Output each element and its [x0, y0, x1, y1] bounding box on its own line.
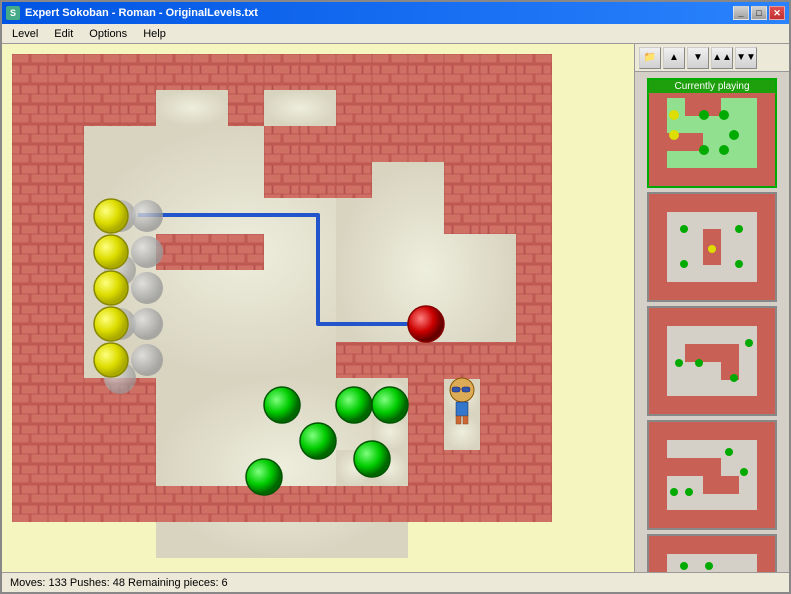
- close-button[interactable]: ✕: [769, 6, 785, 20]
- next-level-button[interactable]: ▼: [687, 47, 709, 69]
- prev-level-button[interactable]: ▲: [663, 47, 685, 69]
- level-item-1[interactable]: Currently playing: [647, 78, 777, 188]
- first-level-button[interactable]: ▲▲: [711, 47, 733, 69]
- level-item-2[interactable]: [647, 192, 777, 302]
- level-preview-5: [649, 536, 775, 572]
- right-toolbar: 📁 ▲ ▼ ▲▲ ▼▼: [635, 44, 789, 72]
- level-item-5[interactable]: [647, 534, 777, 572]
- menu-edit[interactable]: Edit: [46, 26, 81, 42]
- status-text: Moves: 133 Pushes: 48 Remaining pieces: …: [10, 577, 228, 589]
- level-preview-1: [649, 80, 775, 186]
- title-bar: S Expert Sokoban - Roman - OriginalLevel…: [2, 2, 789, 24]
- menu-level[interactable]: Level: [4, 26, 46, 42]
- currently-playing-label: Currently playing: [649, 80, 775, 93]
- minimize-button[interactable]: _: [733, 6, 749, 20]
- main-window: S Expert Sokoban - Roman - OriginalLevel…: [0, 0, 791, 594]
- status-bar: Moves: 133 Pushes: 48 Remaining pieces: …: [2, 572, 789, 592]
- level-list[interactable]: Currently playing: [635, 72, 789, 572]
- content-area: 📁 ▲ ▼ ▲▲ ▼▼ Currently playing: [2, 44, 789, 572]
- level-item-3[interactable]: [647, 306, 777, 416]
- menu-bar: Level Edit Options Help: [2, 24, 789, 44]
- open-button[interactable]: 📁: [639, 47, 661, 69]
- menu-help[interactable]: Help: [135, 26, 174, 42]
- level-preview-4: [649, 422, 775, 528]
- app-icon: S: [6, 6, 20, 20]
- last-level-button[interactable]: ▼▼: [735, 47, 757, 69]
- game-canvas: [12, 54, 627, 572]
- level-preview-3: [649, 308, 775, 414]
- game-area: [2, 44, 634, 572]
- level-item-4[interactable]: [647, 420, 777, 530]
- level-preview-2: [649, 194, 775, 300]
- right-panel: 📁 ▲ ▼ ▲▲ ▼▼ Currently playing: [634, 44, 789, 572]
- menu-options[interactable]: Options: [81, 26, 135, 42]
- maximize-button[interactable]: □: [751, 6, 767, 20]
- window-controls: _ □ ✕: [733, 6, 785, 20]
- window-title: Expert Sokoban - Roman - OriginalLevels.…: [25, 7, 733, 19]
